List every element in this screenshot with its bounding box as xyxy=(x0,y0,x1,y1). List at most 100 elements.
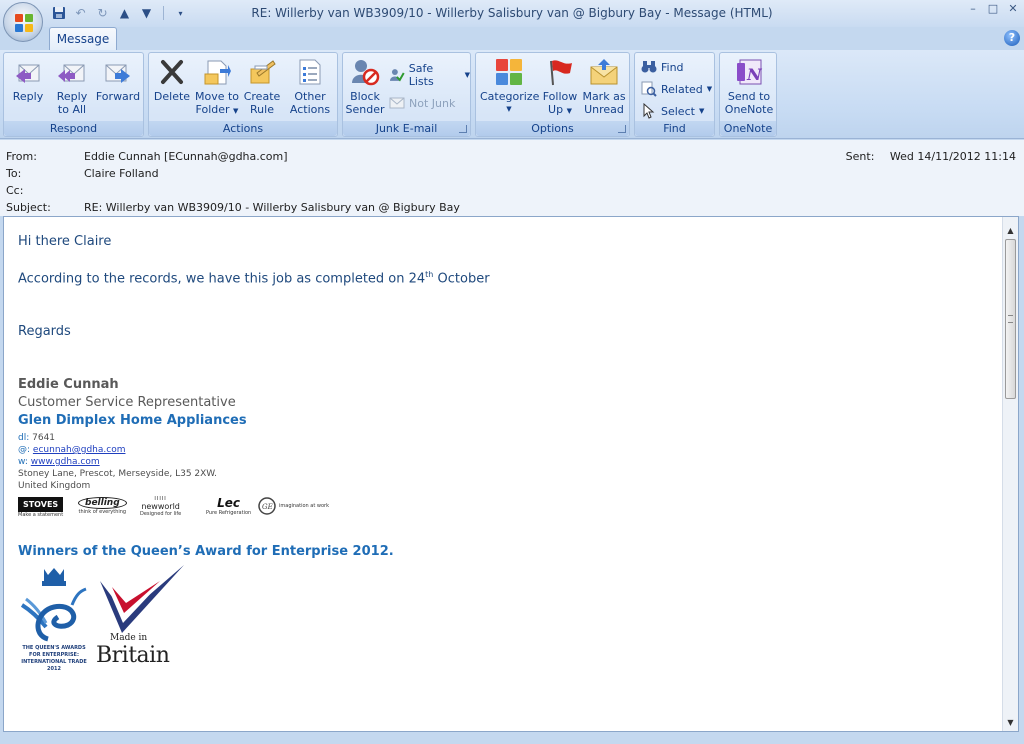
email-label: @: xyxy=(18,445,31,455)
follow-up-flag-icon xyxy=(550,60,572,86)
direct-line-label: dl: xyxy=(18,433,30,443)
send-to-onenote-button[interactable]: N Send to OneNote xyxy=(722,57,776,119)
cursor-arrow-icon xyxy=(643,103,655,119)
find-group-label: Find xyxy=(635,121,714,136)
website-label: w: xyxy=(18,457,28,467)
made-in-britain-logo: Made in Britain xyxy=(96,563,186,673)
related-label: Related xyxy=(661,82,703,96)
to-value[interactable]: Claire Folland xyxy=(84,167,159,180)
safe-lists-label: Safe Lists xyxy=(408,62,434,88)
signature-address: Stoney Lane, Prescot, Merseyside, L35 2X… xyxy=(18,469,218,479)
office-button[interactable] xyxy=(3,2,43,42)
reply-all-button[interactable]: Reply to All xyxy=(52,57,92,119)
send-to-onenote-label-1: Send to xyxy=(727,90,771,103)
follow-up-label-1: Follow xyxy=(542,90,578,103)
safe-lists-icon xyxy=(389,69,405,82)
respond-group: Reply Reply to All Forward Respond xyxy=(3,52,144,137)
belling-logo: belling think of everything xyxy=(78,497,127,515)
completion-text: According to the records, we have this j… xyxy=(18,270,490,286)
binoculars-icon xyxy=(641,61,657,73)
belling-tagline: think of everything xyxy=(78,509,127,515)
cc-label: Cc: xyxy=(6,184,24,197)
minimize-icon[interactable]: – xyxy=(966,2,980,16)
chevron-down-icon: ▼ xyxy=(706,85,713,93)
sent-label: Sent: xyxy=(845,150,875,163)
chevron-down-icon: ▼ xyxy=(566,107,572,115)
svg-text:N: N xyxy=(746,65,763,84)
email-link[interactable]: ecunnah@gdha.com xyxy=(33,445,126,455)
not-junk-button[interactable]: Not Junk xyxy=(389,93,455,113)
lec-logo: Lec Pure Refrigeration xyxy=(206,497,251,517)
ge-logo-icon: GE xyxy=(258,497,276,515)
reply-all-label-1: Reply xyxy=(56,90,88,103)
stoves-logo-text: STOVES xyxy=(18,497,64,512)
message-body[interactable]: Hi there Claire According to the records… xyxy=(3,216,1019,732)
not-junk-label: Not Junk xyxy=(409,96,456,110)
junk-email-group-label: Junk E-mail xyxy=(343,121,470,136)
signature-name: Eddie Cunnah xyxy=(18,377,119,392)
block-sender-button[interactable]: Block Sender xyxy=(345,57,385,119)
forward-button[interactable]: Forward xyxy=(95,57,141,119)
select-label: Select xyxy=(661,104,695,118)
related-button[interactable]: Related ▼ xyxy=(641,79,712,99)
queens-award-line-3: INTERNATIONAL TRADE xyxy=(21,659,87,665)
delete-icon xyxy=(161,60,183,84)
create-rule-button[interactable]: Create Rule xyxy=(242,57,282,119)
help-icon[interactable]: ? xyxy=(1004,30,1020,46)
dialog-launcher-icon[interactable] xyxy=(618,125,626,133)
send-to-onenote-label-2: OneNote xyxy=(724,103,774,116)
safe-lists-button[interactable]: Safe Lists ▼ xyxy=(389,62,470,88)
belling-logo-text: belling xyxy=(78,497,127,509)
other-actions-icon xyxy=(299,59,321,85)
from-value[interactable]: Eddie Cunnah [ECunnah@gdha.com] xyxy=(84,150,288,163)
scroll-down-icon[interactable]: ▼ xyxy=(1003,715,1018,731)
tab-message[interactable]: Message xyxy=(49,27,117,50)
vertical-scrollbar[interactable]: ▲ ▼ xyxy=(1002,217,1018,731)
signature-email: @: ecunnah@gdha.com xyxy=(18,445,125,455)
dialog-launcher-icon[interactable] xyxy=(459,125,467,133)
actions-group: Delete Move to Folder ▼ Create Rule Othe… xyxy=(148,52,338,137)
message-header: From: Eddie Cunnah [ECunnah@gdha.com] To… xyxy=(0,140,1024,216)
reply-label: Reply xyxy=(12,90,44,103)
signature-direct-line: dl: 7641 xyxy=(18,433,55,443)
subject-value: RE: Willerby van WB3909/10 - Willerby Sa… xyxy=(84,201,460,214)
scroll-up-icon[interactable]: ▲ xyxy=(1003,223,1018,239)
completion-text-part-1: According to the records, we have this j… xyxy=(18,271,426,287)
mark-as-unread-button[interactable]: Mark as Unread xyxy=(582,57,626,119)
move-to-folder-label-1: Move to xyxy=(194,90,240,103)
other-actions-button[interactable]: Other Actions ▼ xyxy=(286,57,334,128)
follow-up-button[interactable]: Follow Up ▼ xyxy=(540,57,580,119)
categorize-button[interactable]: Categorize ▼ xyxy=(480,57,539,119)
britain-text: Britain xyxy=(96,643,170,668)
find-group: Find Related ▼ Select ▼ Find xyxy=(634,52,715,137)
reply-button[interactable]: Reply xyxy=(8,57,48,119)
direct-line-value: 7641 xyxy=(29,433,56,443)
options-group: Categorize ▼ Follow Up ▼ Mark as Unread … xyxy=(475,52,630,137)
queens-award-caption: THE QUEEN'S AWARDS FOR ENTERPRISE: INTER… xyxy=(18,645,90,673)
move-to-folder-button[interactable]: Move to Folder ▼ xyxy=(193,57,241,119)
newworld-logo: IIIII newworld Designed for life xyxy=(140,497,181,518)
queens-award-line-2: FOR ENTERPRISE: xyxy=(29,652,79,658)
delete-button[interactable]: Delete xyxy=(153,57,191,119)
scroll-thumb[interactable] xyxy=(1005,239,1016,399)
chevron-down-icon: ▼ xyxy=(464,71,470,79)
onenote-group: N Send to OneNote OneNote xyxy=(719,52,777,137)
chevron-down-icon: ▼ xyxy=(506,105,512,113)
brand-logos: STOVES Make a statement belling think of… xyxy=(18,497,338,523)
other-actions-label-2: Actions xyxy=(289,103,331,116)
select-button[interactable]: Select ▼ xyxy=(641,101,704,121)
website-link[interactable]: www.gdha.com xyxy=(31,457,100,467)
queens-award-line-4: 2012 xyxy=(47,666,61,672)
other-actions-label-1: Other xyxy=(294,90,326,103)
mark-as-unread-label-1: Mark as xyxy=(582,90,626,103)
move-to-folder-icon xyxy=(204,60,231,85)
to-label: To: xyxy=(6,167,22,180)
block-sender-label-1: Block xyxy=(350,90,380,103)
greeting-text: Hi there Claire xyxy=(18,234,112,249)
newworld-logo-text: newworld xyxy=(141,502,180,511)
find-button[interactable]: Find xyxy=(641,57,684,77)
reply-all-icon xyxy=(58,64,85,82)
close-icon[interactable]: ✕ xyxy=(1006,2,1020,16)
mark-as-unread-icon xyxy=(590,59,618,85)
maximize-icon[interactable]: □ xyxy=(986,2,1000,16)
